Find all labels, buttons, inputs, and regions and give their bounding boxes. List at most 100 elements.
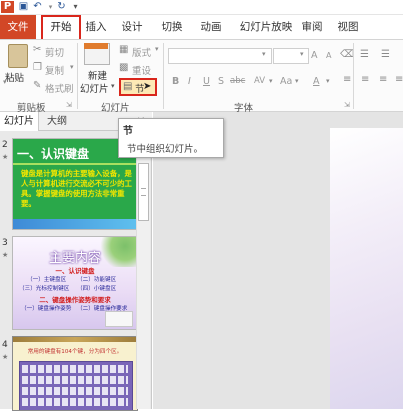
tab-design[interactable]: 设计 [117, 15, 147, 39]
bold-button[interactable]: B [172, 76, 179, 87]
tab-review[interactable]: 审阅 [298, 15, 326, 39]
align-left-icon[interactable]: ≡ [343, 74, 351, 85]
group-divider [77, 43, 78, 109]
layout-button[interactable]: 版式 [132, 45, 151, 59]
slide-thumbnail-3[interactable]: 主要内容 一、认识键盘 （一）主键盘区 （二）功能键区 （三）光标控制键区 （四… [12, 236, 138, 330]
slide-number: 4 [2, 340, 8, 350]
title-bar: P ▣ ↶ ▾ ↻ ▾ [0, 0, 403, 15]
format-painter-icon[interactable]: ✎ [33, 80, 41, 91]
slide-transition-icon: ★ [2, 251, 9, 259]
outline-item: （一）键盘操作姿势 [21, 306, 72, 312]
change-case-button[interactable]: Aa [280, 76, 292, 87]
underline-button[interactable]: U [203, 76, 210, 87]
customize-toolbar-icon[interactable]: ▾ [69, 1, 82, 13]
tooltip-description: 节中组织幻灯片。 [127, 144, 204, 155]
slides-pane-scrollbar[interactable]: ▲ [136, 131, 150, 409]
slide-body-text: 键盘是计算机的主要输入设备，是人与计算机进行交流必不可少的工具。掌握键盘的使用方… [21, 169, 132, 208]
mouse-cursor-icon: ➤ [143, 81, 152, 92]
font-launcher-icon[interactable]: ⇲ [344, 101, 350, 109]
group-divider [353, 43, 354, 109]
copy-button[interactable]: 复制 [45, 63, 64, 77]
font-color-dropdown-icon[interactable]: ▾ [326, 77, 330, 85]
grow-font-button[interactable]: A [311, 50, 318, 61]
shrink-font-button[interactable]: A [326, 51, 331, 60]
reset-icon[interactable]: ▩ [119, 62, 128, 73]
format-painter-button[interactable]: 格式刷 [45, 81, 74, 95]
slide-title: 一、认识键盘 [17, 147, 90, 161]
font-color-button[interactable]: A [313, 76, 320, 87]
tooltip-title: 节 [123, 126, 133, 137]
scrollbar-thumb[interactable] [138, 163, 149, 221]
slide-transition-icon: ★ [2, 153, 9, 161]
new-slide-label[interactable]: 新建 [88, 68, 107, 82]
align-right-icon[interactable]: ≡ [379, 74, 387, 85]
grip-icon [141, 188, 146, 196]
layout-dropdown-icon[interactable]: ▾ [155, 45, 159, 53]
save-icon[interactable]: ▣ [17, 1, 30, 13]
slide-footer-band [13, 219, 137, 229]
strikethrough-button[interactable]: abc [230, 76, 245, 86]
tab-animations[interactable]: 动画 [196, 15, 226, 39]
align-center-icon[interactable]: ≡ [361, 74, 369, 85]
paste-dropdown-icon[interactable]: ▾ [3, 78, 7, 86]
slide-thumbnail-4[interactable]: 常用的键盘有104个键，分为四个区。 [12, 336, 138, 411]
outline-item: 一、认识键盘 [55, 267, 95, 275]
cut-button[interactable]: 剪切 [45, 45, 64, 59]
decorative-border [13, 337, 137, 342]
outline-item: （三）光标控制键区 [19, 286, 70, 292]
reset-button[interactable]: 重设 [132, 63, 151, 77]
undo-icon[interactable]: ↶ [31, 1, 44, 13]
font-name-dropdown-icon[interactable]: ▾ [262, 50, 266, 58]
title-underline [13, 163, 137, 165]
tab-outline[interactable]: 大纲 [42, 112, 72, 131]
bullets-icon[interactable]: ☰ [360, 49, 369, 60]
new-slide-dropdown-icon[interactable]: ▾ [111, 82, 115, 90]
ribbon: 粘贴 ▾ ✂ 剪切 ❐ 复制 ▾ ✎ 格式刷 剪贴板 ⇲ 新建 幻灯片 ▾ ▦ … [0, 39, 403, 114]
tab-slideshow[interactable]: 幻灯片放映 [236, 15, 296, 39]
current-slide[interactable] [330, 128, 403, 409]
text-shadow-button[interactable]: S [218, 76, 224, 87]
tab-file[interactable]: 文件 [0, 15, 36, 39]
paste-button[interactable]: 粘贴 [5, 70, 24, 84]
outline-item: （二）功能键区 [77, 277, 117, 283]
section-tooltip: 节 节中组织幻灯片。 [118, 118, 224, 158]
key-row [22, 398, 128, 406]
section-icon: ▤ [123, 81, 133, 92]
tab-slides[interactable]: 幻灯片 [0, 112, 39, 131]
cut-icon[interactable]: ✂ [33, 44, 41, 55]
powerpoint-logo-icon: P [1, 1, 14, 13]
justify-icon[interactable]: ≡ [395, 74, 403, 85]
key-row [22, 387, 128, 395]
layout-icon[interactable]: ▦ [119, 44, 128, 55]
paste-icon[interactable] [8, 44, 28, 68]
outline-item: （一）主键盘区 [27, 277, 67, 283]
copy-icon[interactable]: ❐ [33, 62, 42, 73]
key-row [22, 376, 128, 384]
outline-item: （四）小键盘区 [77, 286, 117, 292]
italic-button[interactable]: I [188, 76, 191, 87]
new-slide-button[interactable]: 幻灯片 [80, 81, 109, 95]
outline-item: 二、键盘操作姿势和要求 [39, 296, 111, 304]
slide-number: 3 [2, 238, 8, 248]
spacing-dropdown-icon[interactable]: ▾ [269, 77, 273, 85]
tab-transitions[interactable]: 切换 [157, 15, 187, 39]
slide-transition-icon: ★ [2, 353, 9, 361]
font-name-combo[interactable] [168, 48, 272, 64]
redo-icon[interactable]: ↻ [55, 1, 68, 13]
slide-number: 2 [2, 140, 8, 150]
slide-title: 主要内容 [48, 251, 101, 266]
section-button[interactable]: ▤ 节 ➤ [119, 78, 157, 96]
ribbon-tabs: 文件 开始 插入 设计 切换 动画 幻灯片放映 审阅 视图 [0, 15, 403, 43]
slide-caption: 常用的键盘有104个键，分为四个区。 [27, 349, 123, 355]
numbering-icon[interactable]: ☰ [381, 49, 390, 60]
case-dropdown-icon[interactable]: ▾ [295, 77, 299, 85]
tab-view[interactable]: 视图 [334, 15, 362, 39]
font-size-dropdown-icon[interactable]: ▾ [300, 50, 304, 58]
clipboard-launcher-icon[interactable]: ⇲ [66, 101, 72, 109]
copy-dropdown-icon[interactable]: ▾ [70, 63, 74, 71]
group-divider [163, 43, 164, 109]
new-slide-icon-bar [84, 43, 108, 49]
character-spacing-button[interactable]: AV [254, 76, 265, 86]
tab-insert[interactable]: 插入 [82, 15, 110, 39]
key-row [22, 365, 128, 373]
